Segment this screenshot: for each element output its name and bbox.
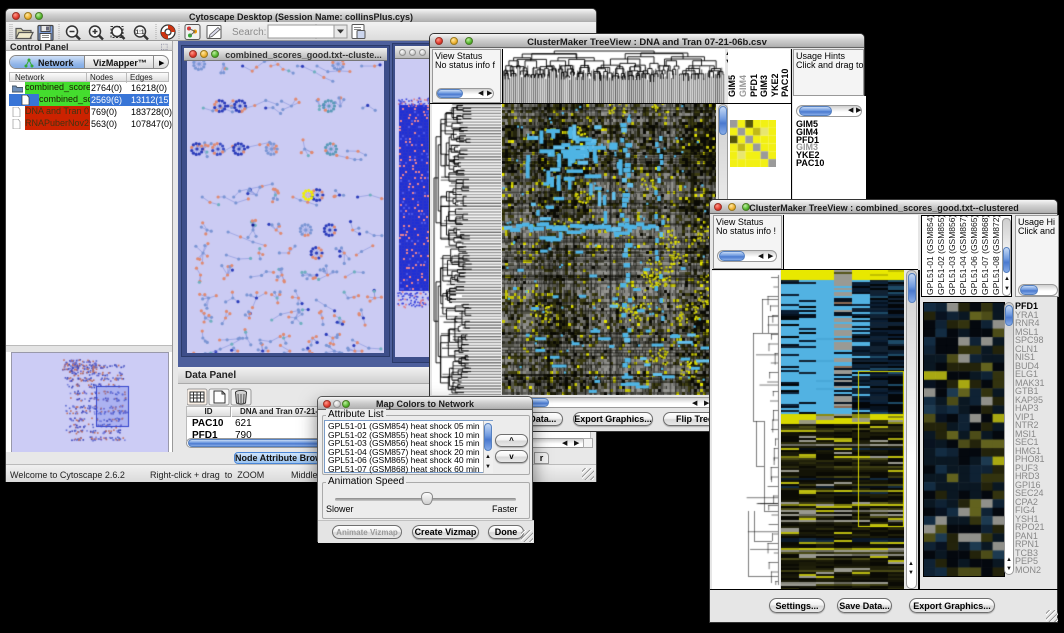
svg-text:1:1: 1:1: [136, 30, 145, 36]
svg-text:Search:: Search:: [232, 27, 266, 38]
